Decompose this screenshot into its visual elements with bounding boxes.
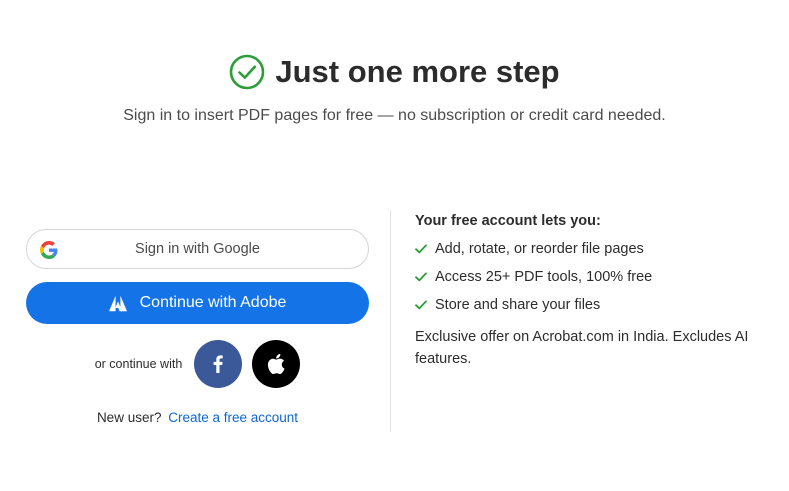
benefit-label: Access 25+ PDF tools, 100% free [435, 269, 653, 285]
page-header: Just one more step [0, 54, 789, 90]
adobe-continue-button[interactable]: Continue with Adobe [26, 282, 369, 324]
page-subtitle: Sign in to insert PDF pages for free — n… [123, 107, 666, 124]
benefit-label: Store and share your files [435, 297, 601, 313]
page-title: Just one more step [275, 54, 560, 89]
benefit-item: Add, rotate, or reorder file pages [415, 241, 765, 257]
benefits-title: Your free account lets you: [415, 213, 601, 229]
new-user-row: New user? Create a free account [26, 410, 369, 425]
column-divider [390, 210, 391, 432]
benefit-item: Store and share your files [415, 297, 765, 313]
new-user-label: New user? [96, 410, 162, 425]
facebook-signin-button[interactable] [194, 340, 243, 388]
checkmark-icon [415, 272, 427, 282]
signin-panel: Sign in with Google Continue with Adobe … [26, 229, 369, 425]
or-continue-with-label: or continue with [94, 357, 183, 371]
checkmark-icon [415, 300, 427, 310]
create-account-link[interactable]: Create a free account [168, 410, 298, 425]
checkmark-icon [415, 244, 427, 254]
adobe-continue-label: Continue with Adobe [139, 294, 287, 311]
benefit-label: Add, rotate, or reorder file pages [435, 241, 644, 257]
google-signin-button[interactable]: Sign in with Google [26, 229, 369, 269]
facebook-icon [213, 355, 223, 373]
google-icon [40, 241, 58, 259]
google-signin-label: Sign in with Google [135, 241, 260, 257]
social-signin-row: or continue with [26, 340, 369, 388]
check-circle-icon [230, 54, 265, 90]
apple-icon [268, 354, 285, 374]
adobe-icon [108, 295, 127, 311]
benefits-panel: Your free account lets you: Add, rotate,… [415, 213, 765, 370]
apple-signin-button[interactable] [252, 340, 301, 388]
offer-text: Exclusive offer on Acrobat.com in India.… [415, 329, 749, 367]
benefit-item: Access 25+ PDF tools, 100% free [415, 269, 765, 285]
